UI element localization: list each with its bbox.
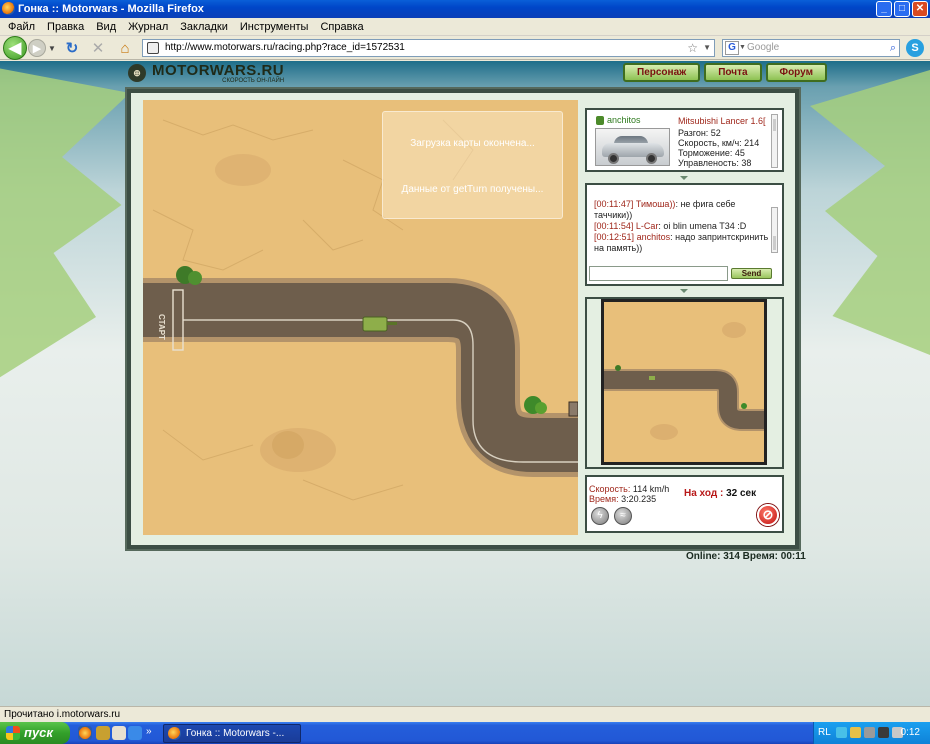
history-dropdown-icon[interactable]: ▼: [47, 38, 57, 58]
skype-icon[interactable]: S: [906, 39, 924, 57]
search-input[interactable]: G ▼ Google ⌕: [722, 39, 900, 57]
taskbar: пуск » Гонка :: Motorwars -... RL 0:12: [0, 722, 930, 744]
menu-tools[interactable]: Инструменты: [234, 18, 315, 35]
firefox-icon: [2, 2, 15, 15]
search-icon[interactable]: ⌕: [890, 40, 896, 56]
start-button[interactable]: пуск: [0, 722, 70, 744]
close-button[interactable]: ✕: [912, 1, 928, 17]
logo-emblem-icon: ⊕: [128, 64, 146, 82]
minimize-button[interactable]: _: [876, 1, 892, 17]
user-flag-icon: [596, 116, 604, 125]
chat-scrollbar[interactable]: [771, 207, 778, 253]
quicklaunch-icon[interactable]: [128, 726, 142, 740]
status-bar: Прочитано i.motorwars.ru: [0, 706, 930, 722]
bookmark-star-icon[interactable]: ☆: [687, 40, 698, 56]
menu-history[interactable]: Журнал: [122, 18, 174, 35]
menu-view[interactable]: Вид: [90, 18, 122, 35]
minimap-track-graphic: [604, 322, 764, 440]
start-label: СТАРТ: [157, 314, 166, 340]
site-favicon-icon: [147, 42, 159, 54]
window-titlebar: Гонка :: Motorwars - Mozilla Firefox _ □…: [0, 0, 930, 18]
boost-button-icon[interactable]: ϟ: [591, 507, 609, 525]
car-stat-acceleration: Разгон: 52: [678, 128, 721, 138]
more-icon[interactable]: »: [146, 726, 154, 740]
tray-icon[interactable]: [878, 727, 889, 738]
stop-icon[interactable]: ✕: [88, 38, 108, 58]
collapse-arrow-icon[interactable]: [680, 176, 688, 180]
car-panel-scrollbar[interactable]: [771, 114, 778, 168]
chat-message: [00:11:47] Тимоша)): не фига себе таччик…: [594, 199, 736, 220]
chat-message: [00:11:54] L-Car: oi blin umena T34 :D: [594, 221, 747, 231]
firefox-icon: [168, 727, 181, 740]
speed-readout: Скорость: 114 km/h: [589, 484, 670, 494]
google-engine-icon[interactable]: G: [725, 41, 739, 55]
car-stat-speed: Скорость, км/ч: 214: [678, 138, 760, 148]
firefox-quicklaunch-icon[interactable]: [78, 726, 92, 740]
minimap[interactable]: [601, 299, 767, 465]
tray-icon[interactable]: [836, 727, 847, 738]
car-info-panel: anchitos Mitsubishi Lancer 1.6[ Разгон: …: [585, 108, 784, 172]
url-dropdown-icon[interactable]: ▼: [703, 40, 711, 56]
windows-logo-icon: [6, 726, 20, 740]
window-controls: _ □ ✕: [876, 1, 928, 17]
menu-help[interactable]: Справка: [314, 18, 369, 35]
url-bar[interactable]: http://www.motorwars.ru/racing.php?race_…: [142, 39, 715, 57]
reload-icon[interactable]: ↻: [62, 38, 82, 58]
turn-timer: На ход : 32 сек: [684, 488, 757, 499]
site-logo[interactable]: ⊕ MOTORWARS.RU СКОРОСТЬ ОН-ЛАЙН: [128, 61, 284, 85]
online-status: Online: 314 Время: 00:11: [686, 551, 806, 562]
search-placeholder: Google: [747, 42, 780, 53]
quicklaunch-icon[interactable]: [96, 726, 110, 740]
menu-file[interactable]: Файл: [2, 18, 41, 35]
navigation-toolbar: ◀ ▶ ▼ ↻ ✕ ⌂ http://www.motorwars.ru/raci…: [0, 36, 930, 60]
car-image: [595, 128, 670, 166]
forum-button[interactable]: Форум: [765, 63, 827, 82]
logo-text: MOTORWARS.RU: [152, 61, 285, 79]
loading-line-1: Загрузка карты окончена...: [410, 138, 535, 149]
car-owner[interactable]: anchitos: [607, 115, 641, 125]
menu-bookmarks[interactable]: Закладки: [174, 18, 234, 35]
quicklaunch-icon[interactable]: [112, 726, 126, 740]
decorative-leaf-right: [810, 61, 930, 361]
maximize-button[interactable]: □: [894, 1, 910, 17]
character-button[interactable]: Персонаж: [623, 63, 701, 82]
menu-edit[interactable]: Правка: [41, 18, 90, 35]
back-button[interactable]: ◀: [3, 36, 27, 60]
system-tray: RL 0:12: [813, 722, 930, 744]
time-readout: Время: 3:20.235: [589, 494, 657, 504]
car-stat-handling: Управленость: 38: [678, 158, 752, 168]
tray-icon[interactable]: [864, 727, 875, 738]
language-indicator[interactable]: RL: [818, 722, 831, 744]
send-button[interactable]: Send: [731, 268, 772, 279]
home-icon[interactable]: ⌂: [114, 38, 136, 58]
url-text: http://www.motorwars.ru/racing.php?race_…: [165, 42, 405, 53]
car-model: Mitsubishi Lancer 1.6[: [678, 116, 766, 126]
loading-message-box: Загрузка карты окончена... Данные от get…: [382, 111, 563, 219]
clock[interactable]: 0:12: [901, 722, 920, 744]
stop-race-button-icon[interactable]: ⊘: [757, 504, 779, 526]
collapse-arrow-icon[interactable]: [680, 289, 688, 293]
action-button-icon[interactable]: ≈: [614, 507, 632, 525]
loading-line-2: Данные от getTurn получены...: [401, 184, 544, 195]
menu-bar: Файл Правка Вид Журнал Закладки Инструме…: [0, 18, 930, 36]
chat-message: [00:12:51] anchitos: надо запринтскринит…: [594, 232, 769, 253]
decorative-leaf-left: [0, 61, 130, 381]
tray-icon[interactable]: [850, 727, 861, 738]
window-title: Гонка :: Motorwars - Mozilla Firefox: [18, 3, 204, 15]
mail-button[interactable]: Почта: [704, 63, 762, 82]
site-nav: Персонаж Почта Форум: [623, 63, 827, 82]
engine-dropdown-icon[interactable]: ▼: [739, 40, 746, 56]
taskbar-task-firefox[interactable]: Гонка :: Motorwars -...: [163, 724, 301, 743]
chat-input[interactable]: [589, 266, 728, 281]
chat-log: [00:11:47] Тимоша)): не фига себе таччик…: [594, 199, 772, 254]
car-stat-braking: Торможение: 45: [678, 148, 745, 158]
forward-button[interactable]: ▶: [28, 39, 46, 57]
